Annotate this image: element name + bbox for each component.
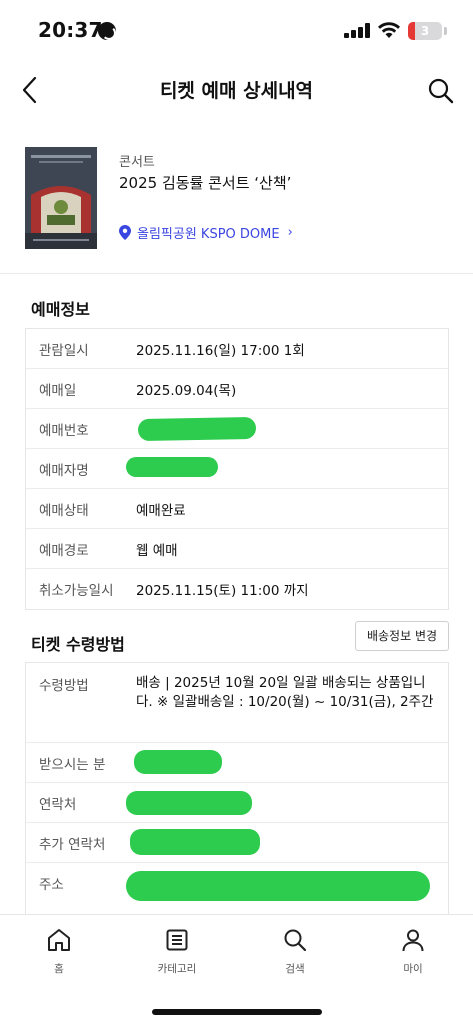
home-indicator [152,1009,322,1015]
venue-name: 올림픽공원 KSPO DOME [137,227,280,242]
row-value: 배송 | 2025년 10월 20일 일괄 배송되는 상품입니다. ※ 일괄배송… [136,675,434,710]
status-bar: 20:37 3 [0,0,473,62]
redaction-mark [134,750,222,774]
row-label: 예매자명 [39,462,89,479]
delivery-info-table: 수령방법 배송 | 2025년 10월 20일 일괄 배송되는 상품입니다. ※… [25,662,449,915]
table-row: 예매상태 예매완료 [26,489,448,529]
row-label: 주소 [39,877,64,893]
nav-item-category[interactable]: 카테고리 [137,927,217,976]
chevron-right-icon: › [287,225,293,240]
event-category: 콘서트 [119,155,155,170]
row-value: 2025.11.16(일) 17:00 1회 [136,342,305,359]
row-label: 받으시는 분 [39,756,106,773]
person-icon [402,929,424,952]
signal-icon [344,22,370,38]
nav-item-search[interactable]: 검색 [255,927,335,976]
event-title: 2025 김동률 콘서트 ‘산책’ [119,174,292,192]
redaction-mark [126,791,252,815]
venue-link[interactable]: 올림픽공원 KSPO DOME › [119,223,293,242]
home-icon [48,929,70,951]
change-delivery-button[interactable]: 배송정보 변경 [355,621,449,651]
table-row: 추가 연락처 [26,823,448,863]
table-row: 예매경로 웹 예매 [26,529,448,569]
booking-info-table: 관람일시 2025.11.16(일) 17:00 1회 예매일 2025.09.… [25,328,449,610]
table-row: 취소가능일시 2025.11.15(토) 11:00 까지 [26,569,448,609]
row-label: 취소가능일시 [39,583,114,599]
event-card[interactable]: 콘서트 2025 김동률 콘서트 ‘산책’ 올림픽공원 KSPO DOME › [0,130,473,274]
event-poster-image [25,147,97,249]
table-row: 수령방법 배송 | 2025년 10월 20일 일괄 배송되는 상품입니다. ※… [26,663,448,743]
nav-label: 마이 [403,963,423,975]
row-label: 연락처 [39,796,77,813]
table-row: 예매일 2025.09.04(목) [26,369,448,409]
battery-level: 3 [420,24,430,38]
bottom-nav: 홈 카테고리 검색 마이 [0,914,473,1024]
location-pin-icon [119,225,131,240]
category-list-icon [166,929,188,951]
nav-item-my[interactable]: 마이 [373,927,453,976]
nav-label: 카테고리 [157,963,197,975]
redaction-mark [126,457,218,477]
globe-icon [98,22,116,40]
row-label: 예매상태 [39,502,89,519]
nav-item-home[interactable]: 홈 [19,927,99,976]
row-label: 예매경로 [39,542,89,559]
table-row: 연락처 [26,783,448,823]
row-label: 관람일시 [39,342,89,359]
booking-info-heading: 예매정보 [31,300,90,319]
row-value: 웹 예매 [136,542,178,559]
table-row: 받으시는 분 [26,743,448,783]
redaction-mark [130,829,260,855]
search-icon [284,929,307,952]
header: 티켓 예매 상세내역 [0,62,473,118]
table-row: 주소 [26,863,448,915]
table-row: 예매자명 [26,449,448,489]
row-label: 예매번호 [39,422,89,439]
table-row: 예매번호 [26,409,448,449]
search-icon [428,78,454,104]
row-value: 예매완료 [136,502,186,519]
delivery-info-heading: 티켓 수령방법 [31,635,125,654]
row-value: 2025.11.15(토) 11:00 까지 [136,583,309,599]
battery-cap [444,27,447,35]
redaction-mark [137,416,257,442]
row-label: 예매일 [39,382,77,399]
battery-icon: 3 [408,22,442,40]
status-time: 20:37 [38,18,103,42]
row-label: 추가 연락처 [39,836,106,853]
poster-illustration [25,147,97,249]
wifi-icon [378,22,400,38]
nav-label: 홈 [54,963,64,975]
nav-label: 검색 [285,963,305,975]
redaction-mark [126,871,430,901]
row-label: 수령방법 [39,678,89,694]
page-title: 티켓 예매 상세내역 [159,80,314,102]
table-row: 관람일시 2025.11.16(일) 17:00 1회 [26,329,448,369]
row-value: 2025.09.04(목) [136,382,237,399]
search-button[interactable] [424,74,458,108]
